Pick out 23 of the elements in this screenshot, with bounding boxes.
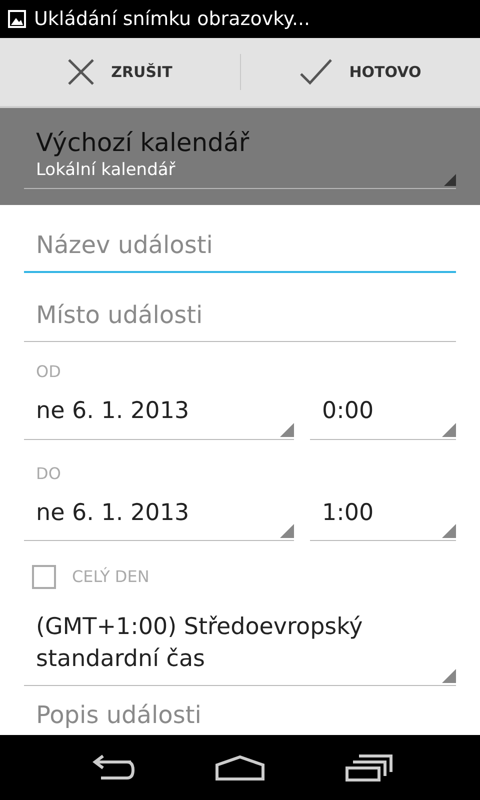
notification-text: Ukládání snímku obrazovky... [34, 6, 310, 32]
dropdown-icon [442, 422, 456, 436]
cancel-button[interactable]: ZRUŠIT [0, 38, 240, 106]
section-label: DO [35, 462, 62, 484]
time-spinner[interactable]: 0:00 [310, 388, 456, 440]
done-button[interactable]: HOTOVO [240, 38, 480, 106]
dropdown-icon [280, 524, 294, 538]
close-icon [67, 58, 96, 86]
dropdown-icon [442, 669, 456, 683]
dropdown-icon [444, 174, 456, 186]
all-day-label: CELÝ DEN [72, 566, 150, 588]
dropdown-icon [442, 524, 456, 538]
section-label: OD [35, 361, 62, 383]
date-spinner[interactable]: ne 6. 1. 2013 [24, 388, 294, 440]
timezone-spinner[interactable]: (GMT+1:00) Středoevropský standardní čas [24, 605, 456, 686]
home-icon[interactable] [214, 754, 266, 780]
picture-icon [8, 10, 26, 28]
date-spinner[interactable]: ne 6. 1. 2013 [24, 490, 294, 541]
checkmark-icon [299, 58, 334, 86]
dropdown-icon [280, 422, 294, 436]
time-spinner[interactable]: 1:00 [310, 490, 456, 541]
checkbox[interactable] [32, 565, 56, 589]
recent-apps-icon[interactable] [344, 754, 393, 782]
